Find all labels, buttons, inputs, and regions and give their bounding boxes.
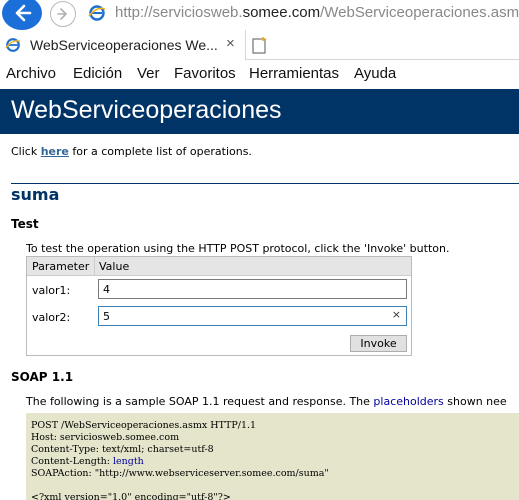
- operation-divider: [11, 183, 519, 184]
- code-line-host: Host: serviciosweb.somee.com: [31, 432, 180, 443]
- menu-ver[interactable]: Ver: [137, 65, 160, 82]
- menu-ayuda[interactable]: Ayuda: [354, 65, 396, 82]
- content-length-label: Content-Length:: [31, 456, 113, 467]
- tab-bar: WebServiceoperaciones We... ×: [0, 30, 519, 60]
- url-field[interactable]: http://serviciosweb.somee.com/WebService…: [115, 4, 519, 21]
- valor1-value: 4: [103, 283, 110, 296]
- new-tab-icon[interactable]: [250, 35, 270, 55]
- column-separator: [94, 257, 95, 276]
- page-heading-bar: WebServiceoperaciones: [0, 89, 519, 134]
- url-suffix: /WebServiceoperaciones.asmx: [320, 4, 519, 21]
- tab-title: WebServiceoperaciones We...: [30, 37, 218, 53]
- back-button[interactable]: [2, 0, 42, 30]
- valor2-label: valor2:: [32, 311, 71, 324]
- clear-input-icon[interactable]: ×: [392, 308, 401, 321]
- ie-page-icon: [88, 5, 106, 21]
- menu-edicion[interactable]: Edición: [73, 65, 122, 82]
- menu-bar: Archivo Edición Ver Favoritos Herramient…: [0, 61, 519, 87]
- operation-name: suma: [11, 185, 60, 204]
- menu-favoritos[interactable]: Favoritos: [174, 65, 236, 82]
- form-header-row: Parameter Value: [27, 257, 411, 276]
- menu-archivo[interactable]: Archivo: [6, 65, 56, 82]
- valor2-input[interactable]: 5 ×: [98, 306, 407, 326]
- test-description: To test the operation using the HTTP POS…: [26, 242, 450, 255]
- page-title: WebServiceoperaciones: [11, 96, 282, 124]
- intro-before: Click: [11, 145, 41, 158]
- soap-desc-before: The following is a sample SOAP 1.1 reque…: [26, 395, 374, 408]
- operations-list-link[interactable]: here: [41, 145, 69, 158]
- address-bar: http://serviciosweb.somee.com/WebService…: [0, 0, 519, 30]
- valor2-value: 5: [103, 310, 110, 323]
- test-form: Parameter Value valor1: 4 valor2: 5 × Inv…: [26, 256, 412, 356]
- back-arrow-icon: [15, 4, 32, 22]
- invoke-button[interactable]: Invoke: [350, 335, 407, 352]
- code-line-soapaction: SOAPAction: "http://www.webserviceserver…: [31, 468, 329, 479]
- url-prefix: http://serviciosweb.: [115, 4, 243, 21]
- value-column-header: Value: [99, 260, 130, 273]
- parameter-column-header: Parameter: [32, 260, 90, 273]
- soap-code-sample: POST /WebServiceoperaciones.asmx HTTP/1.…: [26, 413, 519, 500]
- soap-desc-after: shown nee: [443, 395, 507, 408]
- tab-close-icon[interactable]: ×: [226, 35, 235, 52]
- code-line-xml-decl: <?xml version="1.0" encoding="utf-8"?>: [31, 492, 231, 500]
- code-line-content-type: Content-Type: text/xml; charset=utf-8: [31, 444, 214, 455]
- placeholders-term: placeholders: [373, 395, 444, 408]
- intro-after: for a complete list of operations.: [68, 145, 252, 158]
- forward-button[interactable]: [50, 1, 76, 27]
- test-heading: Test: [11, 217, 39, 231]
- intro-text: Click here for a complete list of operat…: [11, 145, 252, 158]
- code-line-post: POST /WebServiceoperaciones.asmx HTTP/1.…: [31, 420, 257, 431]
- soap-heading: SOAP 1.1: [11, 370, 74, 384]
- ie-tab-icon: [5, 38, 21, 52]
- valor1-label: valor1:: [32, 284, 71, 297]
- tab-active[interactable]: WebServiceoperaciones We... ×: [0, 30, 246, 60]
- code-line-content-length: Content-Length: length: [31, 456, 144, 467]
- url-domain: somee.com: [242, 4, 321, 21]
- valor1-input[interactable]: 4: [98, 279, 407, 299]
- menu-herramientas[interactable]: Herramientas: [249, 65, 339, 82]
- soap-description: The following is a sample SOAP 1.1 reque…: [26, 395, 507, 408]
- forward-arrow-icon: [57, 8, 67, 20]
- content-length-placeholder: length: [112, 456, 144, 467]
